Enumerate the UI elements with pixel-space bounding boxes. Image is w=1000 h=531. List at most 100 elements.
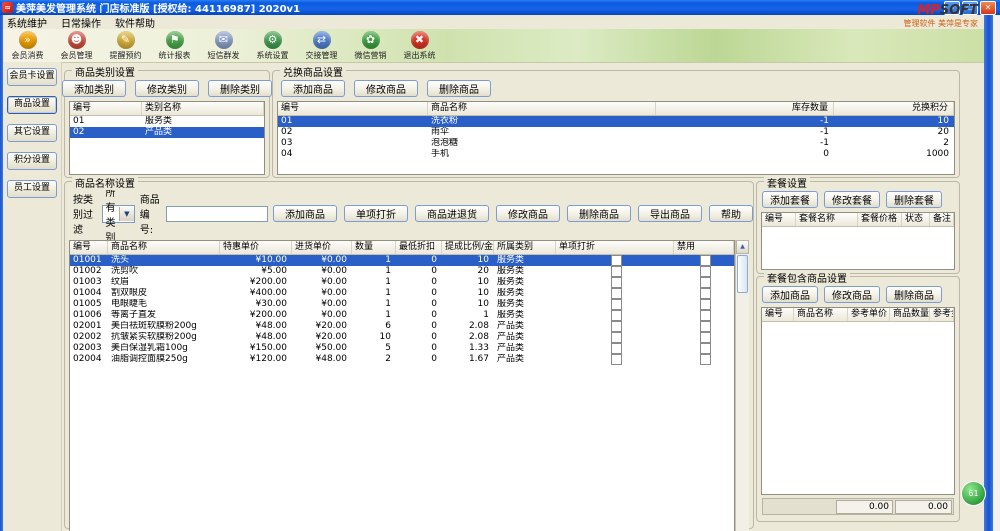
column-header[interactable]: 编号: [70, 102, 142, 115]
edit-exchange-goods-button[interactable]: 修改商品: [354, 80, 418, 97]
toolbar-statistics-report[interactable]: ⚑ 统计报表: [150, 31, 199, 61]
table-header-row[interactable]: 编号套餐名称套餐价格状态备注: [762, 213, 954, 227]
goods-table-scrollbar[interactable]: ▲ ▼: [735, 240, 749, 531]
toolbar-reminder-booking[interactable]: ✎ 提醒预约: [101, 31, 150, 61]
sidebar-item-member-card-settings[interactable]: 会员卡设置: [7, 68, 57, 86]
goods-in-out-button[interactable]: 商品进退货: [415, 205, 489, 222]
menu-software-help[interactable]: 软件帮助: [108, 15, 162, 30]
column-header[interactable]: 参考单价: [848, 308, 890, 321]
table-header-row[interactable]: 编号商品名称库存数量兑换积分: [278, 102, 954, 116]
delete-category-button[interactable]: 删除类别: [208, 80, 272, 97]
table-row[interactable]: 02003美白保湿乳霜100g¥150.00¥50.00501.33产品类: [70, 343, 734, 354]
column-header[interactable]: 编号: [70, 241, 108, 254]
table-row[interactable]: 01001洗头¥10.00¥0.001010服务类: [70, 255, 734, 266]
column-header[interactable]: 兑换积分: [834, 102, 954, 115]
delete-combo-goods-button[interactable]: 删除商品: [886, 286, 942, 303]
column-header[interactable]: 数量: [352, 241, 396, 254]
checkbox[interactable]: [611, 299, 622, 310]
toolbar-member-consume[interactable]: » 会员消费: [3, 31, 52, 61]
table-header-row[interactable]: 编号商品名称参考单价商品数量参考金额: [762, 308, 954, 322]
table-row[interactable]: 01003纹眉¥200.00¥0.001010服务类: [70, 277, 734, 288]
column-header[interactable]: 套餐价格: [858, 213, 902, 226]
checkbox[interactable]: [611, 266, 622, 277]
checkbox[interactable]: [611, 277, 622, 288]
toolbar-handover-manage[interactable]: ⇄ 交接管理: [297, 31, 346, 61]
toolbar-wechat-marketing[interactable]: ✿ 微信营销: [346, 31, 395, 61]
table-row[interactable]: 01004割双眼皮¥400.00¥0.001010服务类: [70, 288, 734, 299]
toolbar-exit-system[interactable]: ✖ 退出系统: [395, 31, 444, 61]
checkbox[interactable]: [700, 277, 711, 288]
delete-exchange-goods-button[interactable]: 删除商品: [427, 80, 491, 97]
column-header[interactable]: 禁用: [674, 241, 734, 254]
close-button[interactable]: ✕: [980, 1, 996, 15]
sidebar-item-goods-settings[interactable]: 商品设置: [7, 96, 57, 114]
checkbox[interactable]: [611, 255, 622, 266]
single-discount-button[interactable]: 单项打折: [344, 205, 408, 222]
checkbox[interactable]: [700, 299, 711, 310]
table-row[interactable]: 02001美白祛斑软膜粉200g¥48.00¥20.00602.08产品类: [70, 321, 734, 332]
column-header[interactable]: 特惠单价: [220, 241, 292, 254]
table-row[interactable]: 01005电眼睫毛¥30.00¥0.001010服务类: [70, 299, 734, 310]
add-combo-goods-button[interactable]: 添加商品: [762, 286, 818, 303]
edit-category-button[interactable]: 修改类别: [135, 80, 199, 97]
category-filter-select[interactable]: 所有类别 ▼: [102, 205, 134, 223]
goods-code-input[interactable]: [166, 206, 268, 222]
column-header[interactable]: 最低折扣: [396, 241, 442, 254]
menu-daily-operation[interactable]: 日常操作: [54, 15, 108, 30]
checkbox[interactable]: [700, 354, 711, 365]
menu-system-maintenance[interactable]: 系统维护: [0, 15, 54, 30]
checkbox[interactable]: [611, 288, 622, 299]
checkbox[interactable]: [700, 266, 711, 277]
sidebar-item-staff-settings[interactable]: 员工设置: [7, 180, 57, 198]
scroll-up-icon[interactable]: ▲: [736, 240, 749, 254]
column-header[interactable]: 类别名称: [142, 102, 264, 115]
table-row[interactable]: 02雨伞-120: [278, 127, 954, 138]
table-row[interactable]: 02产品类: [70, 127, 264, 138]
checkbox[interactable]: [611, 343, 622, 354]
column-header[interactable]: 编号: [762, 213, 796, 226]
edit-combo-button[interactable]: 修改套餐: [824, 191, 880, 208]
export-goods-button[interactable]: 导出商品: [638, 205, 702, 222]
table-row[interactable]: 04手机01000: [278, 149, 954, 160]
checkbox[interactable]: [611, 354, 622, 365]
table-row[interactable]: 01服务类: [70, 116, 264, 127]
table-header-row[interactable]: 编号类别名称: [70, 102, 264, 116]
checkbox[interactable]: [700, 332, 711, 343]
checkbox[interactable]: [700, 255, 711, 266]
checkbox[interactable]: [700, 321, 711, 332]
column-header[interactable]: 参考金额: [930, 308, 954, 321]
table-row[interactable]: 02004油脂调控面膜250g¥120.00¥48.00201.67产品类: [70, 354, 734, 365]
add-combo-button[interactable]: 添加套餐: [762, 191, 818, 208]
column-header[interactable]: 状态: [902, 213, 930, 226]
checkbox[interactable]: [700, 310, 711, 321]
table-row[interactable]: 01002洗剪吹¥5.00¥0.001020服务类: [70, 266, 734, 277]
table-row[interactable]: 02002抗皱紧实软膜粉200g¥48.00¥20.001002.08产品类: [70, 332, 734, 343]
column-header[interactable]: 商品数量: [890, 308, 930, 321]
column-header[interactable]: 商品名称: [108, 241, 220, 254]
sidebar-item-other-settings[interactable]: 其它设置: [7, 124, 57, 142]
column-header[interactable]: 库存数量: [656, 102, 834, 115]
table-row[interactable]: 01006等离子直发¥200.00¥0.00101服务类: [70, 310, 734, 321]
checkbox[interactable]: [611, 332, 622, 343]
add-category-button[interactable]: 添加类别: [62, 80, 126, 97]
help-button[interactable]: 帮助: [709, 205, 753, 222]
add-exchange-goods-button[interactable]: 添加商品: [281, 80, 345, 97]
table-row[interactable]: 03泡泡糖-12: [278, 138, 954, 149]
edit-goods-button[interactable]: 修改商品: [496, 205, 560, 222]
toolbar-member-manage[interactable]: ☻ 会员管理: [52, 31, 101, 61]
column-header[interactable]: 单项打折: [556, 241, 674, 254]
column-header[interactable]: 商品名称: [794, 308, 848, 321]
delete-goods-button[interactable]: 删除商品: [567, 205, 631, 222]
toolbar-system-settings[interactable]: ⚙ 系统设置: [248, 31, 297, 61]
checkbox[interactable]: [700, 343, 711, 354]
edit-combo-goods-button[interactable]: 修改商品: [824, 286, 880, 303]
checkbox[interactable]: [611, 321, 622, 332]
add-goods-button[interactable]: 添加商品: [273, 205, 337, 222]
column-header[interactable]: 编号: [762, 308, 794, 321]
toolbar-sms-broadcast[interactable]: ✉ 短信群发: [199, 31, 248, 61]
checkbox[interactable]: [611, 310, 622, 321]
column-header[interactable]: 提成比例/金额: [442, 241, 494, 254]
sidebar-item-points-settings[interactable]: 积分设置: [7, 152, 57, 170]
column-header[interactable]: 进货单价: [292, 241, 352, 254]
column-header[interactable]: 所属类别: [494, 241, 556, 254]
